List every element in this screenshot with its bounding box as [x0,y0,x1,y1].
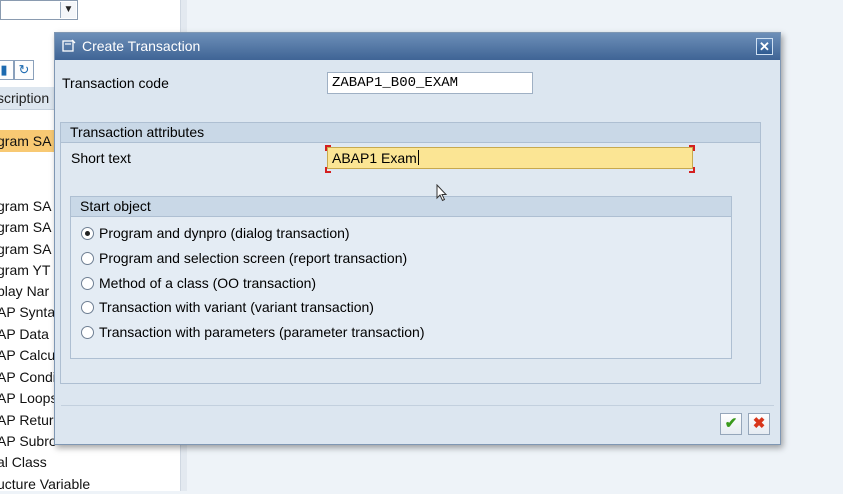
list-item[interactable]: AP Calcu [0,345,55,365]
list-item[interactable]: ucture Variable [0,474,90,494]
mouse-pointer-icon [436,184,448,202]
short-text-label: Short text [71,150,131,166]
list-item[interactable]: gram SA [0,217,51,237]
list-item[interactable]: gram SA [0,131,51,151]
list-item[interactable]: gram SA [0,239,51,259]
text-cursor [417,150,419,165]
list-item[interactable]: AP Loops [0,388,57,408]
transaction-code-label: Transaction code [62,75,169,91]
background-toolbar: ▮ ↻ [0,58,50,82]
focus-corner [689,167,695,173]
create-transaction-dialog: Create Transaction ✕ Transaction code ZA… [54,32,781,445]
radio-button[interactable] [81,301,94,314]
list-item[interactable]: AP Subro [0,431,57,451]
transaction-attributes-group: Transaction attributes Short text ABAP1 … [60,122,761,384]
radio-button[interactable] [81,252,94,265]
list-item[interactable]: AP Retur [0,410,54,430]
refresh-icon[interactable]: ↻ [14,60,34,80]
list-item[interactable]: gram YT [0,260,50,280]
list-item[interactable]: al Class [0,452,47,472]
list-item[interactable]: AP Synta [0,302,55,322]
group-header: Start object [71,197,731,217]
focus-corner [325,167,331,173]
group-header: Transaction attributes [61,123,760,143]
toolbar-button-icon[interactable]: ▮ [0,60,14,80]
list-item[interactable]: play Nar [0,281,49,301]
chevron-down-icon[interactable]: ▼ [60,2,76,18]
dialog-title-bar[interactable]: Create Transaction ✕ [55,33,780,60]
list-item[interactable]: AP Condi [0,367,56,387]
list-item[interactable]: gram SA [0,196,51,216]
transaction-code-field[interactable]: ZABAP1_B00_EXAM [327,72,533,94]
radio-button[interactable] [81,277,94,290]
create-document-icon [62,39,76,52]
checkmark-icon[interactable]: ✔ [720,413,742,435]
background-dropdown[interactable]: ▼ [0,0,78,20]
close-icon[interactable]: ✕ [756,38,773,55]
start-object-group: Start object Program and dynpro (dialog … [70,196,732,359]
focus-corner [325,145,331,151]
focus-corner [689,145,695,151]
dialog-title: Create Transaction [82,38,201,54]
short-text-input[interactable]: ABAP1 Exam [327,147,693,169]
cancel-x-icon[interactable]: ✖ [748,413,770,435]
radio-button[interactable] [81,227,94,240]
list-item[interactable]: AP Data [0,324,49,344]
radio-button[interactable] [81,326,94,339]
footer-divider [61,405,774,406]
